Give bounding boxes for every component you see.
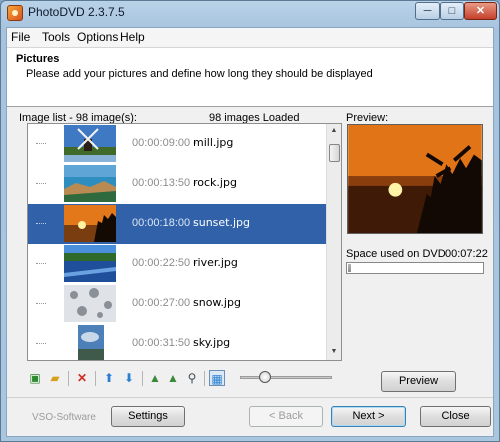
toolbar-separator bbox=[142, 371, 143, 386]
rotate-left-icon[interactable]: ▲ bbox=[147, 370, 163, 386]
thumbnail-snow bbox=[64, 285, 116, 322]
list-item[interactable]: 00:00:27:00 - snow.jpg bbox=[28, 284, 326, 324]
toolbar-separator bbox=[95, 371, 96, 386]
preview-caption: Preview: bbox=[346, 112, 389, 124]
tree-connector bbox=[36, 263, 46, 264]
item-filename: river.jpg bbox=[193, 256, 238, 269]
add-folder-icon[interactable]: ▰ bbox=[47, 370, 63, 386]
thumbnail-river bbox=[64, 245, 116, 282]
thumbnail-sunset bbox=[64, 205, 116, 242]
rotate-right-icon[interactable]: ▲ bbox=[165, 370, 181, 386]
add-images-icon[interactable]: ▣ bbox=[27, 370, 43, 386]
window-title: PhotoDVD 2.3.7.5 bbox=[28, 5, 125, 19]
preview-image bbox=[347, 124, 483, 234]
space-used-label: Space used on DVD bbox=[346, 248, 446, 260]
item-duration: 00:00:27:00 - bbox=[132, 297, 197, 309]
scroll-up-icon[interactable]: ▲ bbox=[329, 126, 339, 136]
tree-connector bbox=[36, 143, 46, 144]
thumbnail-sky bbox=[78, 325, 104, 360]
item-duration: 00:00:13:50 - bbox=[132, 177, 197, 189]
preview-button[interactable]: Preview bbox=[381, 371, 456, 392]
zoom-icon[interactable]: ⚲ bbox=[184, 370, 200, 386]
list-item[interactable]: 00:00:09:00 - mill.jpg bbox=[28, 124, 326, 164]
image-list[interactable]: 00:00:09:00 - mill.jpg 00:00:13:50 - roc… bbox=[27, 123, 342, 361]
item-duration: 00:00:09:00 - bbox=[132, 137, 197, 149]
tree-connector bbox=[36, 223, 46, 224]
item-duration: 00:00:18:00 - bbox=[132, 217, 197, 229]
item-filename: mill.jpg bbox=[193, 136, 234, 149]
list-item[interactable]: 00:00:31:50 - sky.jpg bbox=[28, 324, 326, 360]
list-item[interactable]: 00:00:22:50 - river.jpg bbox=[28, 244, 326, 284]
minimize-button[interactable]: ─ bbox=[415, 2, 440, 20]
settings-button[interactable]: Settings bbox=[111, 406, 185, 427]
move-up-icon[interactable]: ⬆ bbox=[101, 370, 117, 386]
item-filename: snow.jpg bbox=[193, 296, 241, 309]
wizard-client-area: File Tools Options Help Pictures Please … bbox=[6, 27, 494, 437]
menu-tools[interactable]: Tools bbox=[42, 30, 70, 44]
thumbnail-mill bbox=[64, 125, 116, 162]
tree-connector bbox=[36, 303, 46, 304]
tree-connector bbox=[36, 343, 46, 344]
thumbnail-size-slider-thumb[interactable] bbox=[259, 371, 271, 383]
list-scrollbar[interactable]: ▲ ▼ bbox=[326, 124, 341, 360]
thumbnail-size-slider[interactable] bbox=[240, 376, 332, 379]
back-button[interactable]: < Back bbox=[249, 406, 323, 427]
vso-software-label: VSO-Software bbox=[32, 412, 96, 423]
footer-divider bbox=[7, 397, 493, 398]
menu-bar: File Tools Options Help bbox=[7, 28, 493, 47]
title-bar[interactable]: PhotoDVD 2.3.7.5 ─ □ ✕ bbox=[1, 1, 499, 25]
scroll-down-icon[interactable]: ▼ bbox=[329, 347, 339, 357]
next-button[interactable]: Next > bbox=[331, 406, 406, 427]
item-filename: rock.jpg bbox=[193, 176, 237, 189]
step-header: Pictures Please add your pictures and de… bbox=[7, 47, 493, 107]
item-filename: sky.jpg bbox=[193, 336, 231, 349]
toolbar-separator bbox=[68, 371, 69, 386]
dvd-space-progress-fill bbox=[348, 264, 351, 272]
menu-options[interactable]: Options bbox=[77, 30, 118, 44]
item-duration: 00:00:22:50 - bbox=[132, 257, 197, 269]
list-item-selected[interactable]: 00:00:18:00 - sunset.jpg bbox=[28, 204, 326, 244]
app-window: PhotoDVD 2.3.7.5 ─ □ ✕ File Tools Option… bbox=[0, 0, 500, 442]
step-description: Please add your pictures and define how … bbox=[26, 68, 373, 80]
item-duration: 00:00:31:50 - bbox=[132, 337, 197, 349]
menu-file[interactable]: File bbox=[11, 30, 30, 44]
move-down-icon[interactable]: ⬇ bbox=[121, 370, 137, 386]
thumbnail-rock bbox=[64, 165, 116, 202]
scroll-thumb[interactable] bbox=[329, 144, 340, 162]
delete-icon[interactable]: ✕ bbox=[74, 370, 90, 386]
maximize-button[interactable]: □ bbox=[440, 2, 464, 20]
toolbar-separator bbox=[204, 371, 205, 386]
dvd-space-progress bbox=[346, 262, 484, 274]
step-title: Pictures bbox=[16, 53, 60, 65]
item-filename: sunset.jpg bbox=[193, 216, 251, 229]
tree-connector bbox=[36, 183, 46, 184]
thumbnail-view-icon[interactable]: ▦ bbox=[209, 370, 225, 386]
space-used-value: 00:07:22 bbox=[445, 248, 488, 260]
close-window-button[interactable]: ✕ bbox=[464, 2, 497, 20]
close-button[interactable]: Close bbox=[420, 406, 491, 427]
photodvd-app-icon bbox=[7, 5, 23, 21]
menu-help[interactable]: Help bbox=[120, 30, 145, 44]
list-item[interactable]: 00:00:13:50 - rock.jpg bbox=[28, 164, 326, 204]
